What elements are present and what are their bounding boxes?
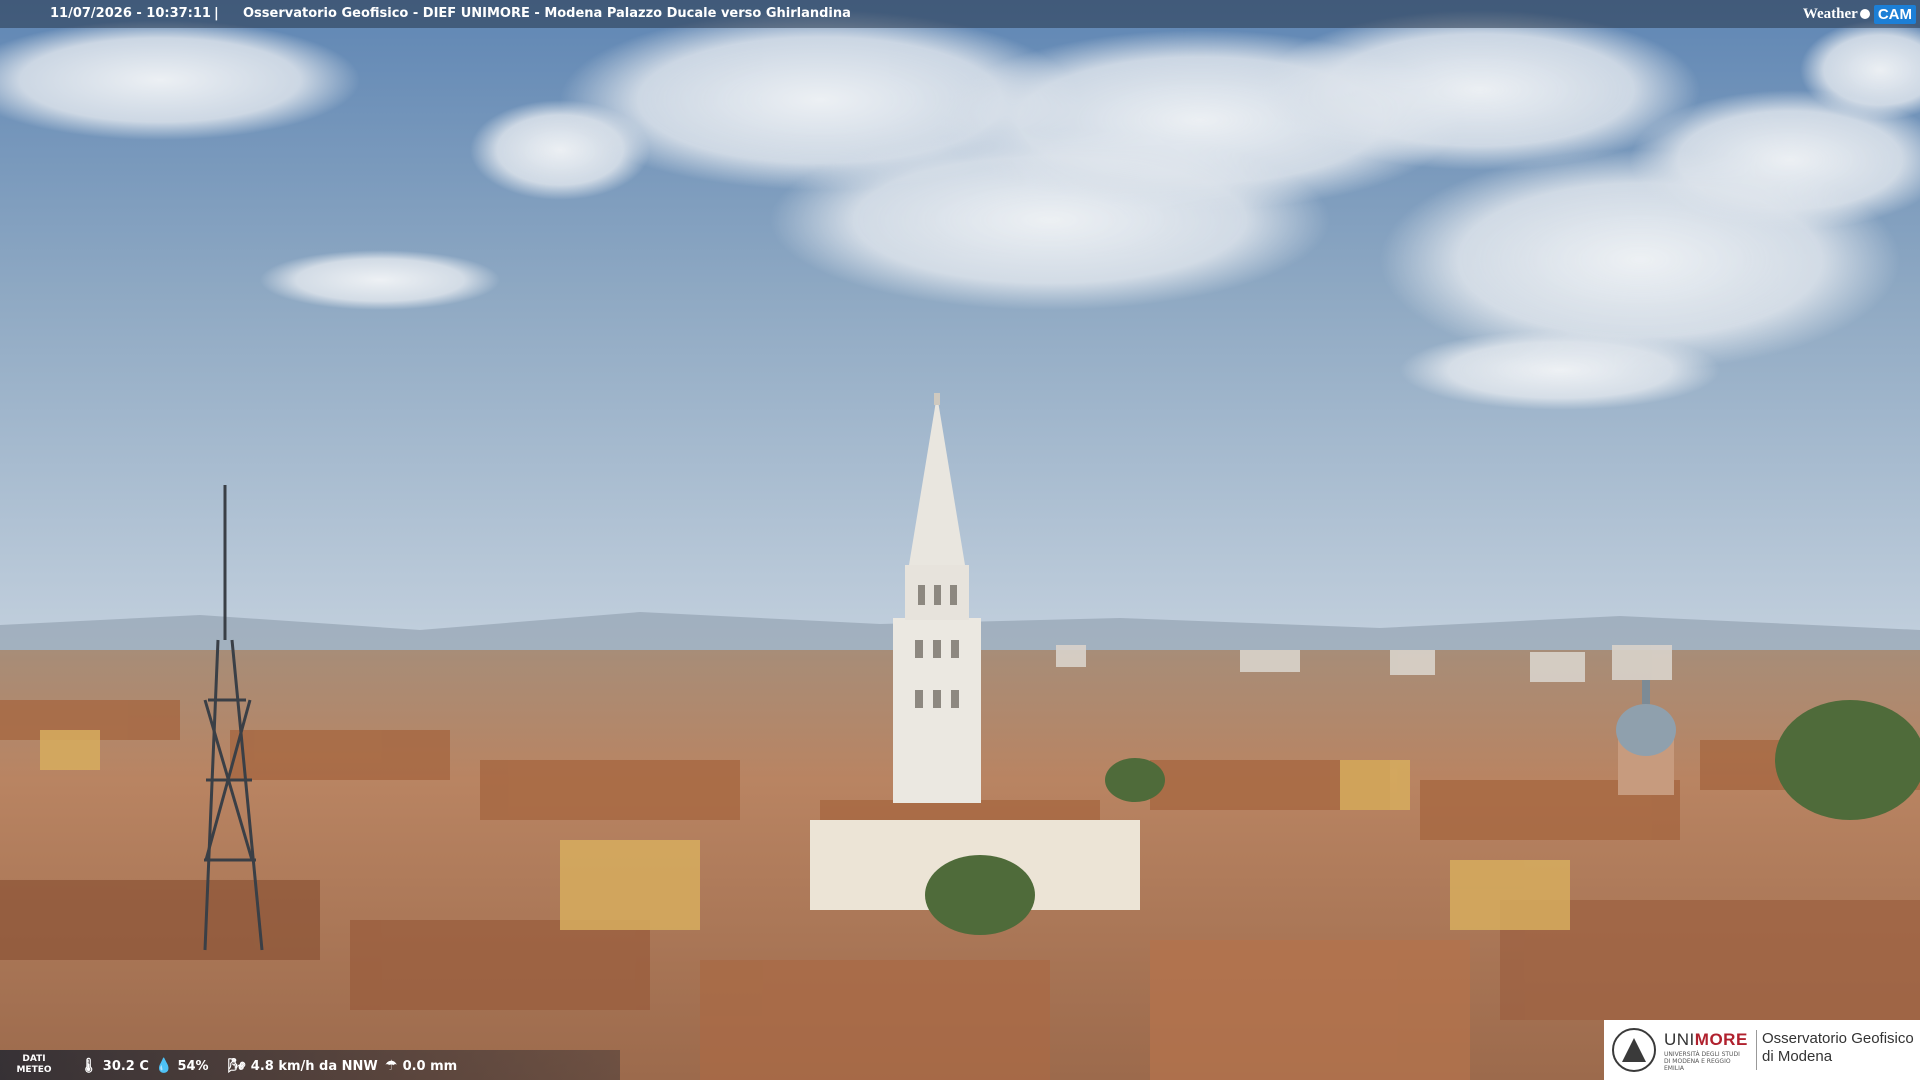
meteo-label-line1: DATI [22,1054,46,1064]
unimore-subtitle: UNIVERSITÀ DEGLI STUDI DI MODENA E REGGI… [1664,1051,1740,1072]
webcam-photo [0,0,1920,1080]
wind-icon: 🌬 [228,1058,246,1074]
unimore-prefix: UNI [1664,1030,1695,1049]
observatory-name-line1: Osservatorio Geofisico [1762,1030,1914,1047]
weathercam-logo-text: Weather [1802,5,1858,22]
temperature-value: 30.2 C [102,1058,149,1074]
rain-gauge-icon: ☂ [385,1058,398,1074]
meteo-label: DATI METEO [14,1054,54,1076]
thermometer-icon: 🌡 [80,1058,98,1074]
unimore-suffix: MORE [1694,1030,1748,1049]
camera-title: Osservatorio Geofisico - DIEF UNIMORE - … [243,6,851,21]
weathercam-dot-icon [1859,9,1870,19]
timestamp: 11/07/2026 - 10:37:11 [50,6,211,21]
rain-reading: ☂ 0.0 mm [385,1058,457,1074]
logo-divider [1756,1030,1757,1070]
observatory-name-line2: di Modena [1762,1048,1833,1065]
temperature-reading: 🌡 30.2 C [80,1058,149,1074]
weathercam-logo: Weather CAM [1803,2,1916,26]
rain-value: 0.0 mm [402,1058,458,1074]
unimore-wordmark: UNIMORE [1664,1030,1748,1050]
humidity-reading: 💧 54% [155,1058,209,1074]
webcam-info-bar: 11/07/2026 - 10:37:11 | Osservatorio Geo… [0,0,1920,28]
humidity-icon: 💧 [155,1058,173,1074]
wind-reading: 🌬 4.8 km/h da NNW [228,1058,378,1074]
meteo-label-line2: METEO [16,1065,52,1075]
university-seal-icon [1612,1028,1656,1072]
humidity-value: 54% [177,1058,209,1074]
unimore-logo: UNIMORE UNIVERSITÀ DEGLI STUDI DI MODENA… [1604,1020,1920,1080]
weather-data-strip: DATI METEO 🌡 30.2 C 💧 54% 🌬 4.8 km/h da … [0,1050,620,1080]
wind-value: 4.8 km/h da NNW [250,1058,378,1074]
separator: | [214,6,219,21]
weathercam-cam-badge: CAM [1873,4,1916,24]
observatory-name: Osservatorio Geofisico di Modena [1762,1030,1914,1066]
